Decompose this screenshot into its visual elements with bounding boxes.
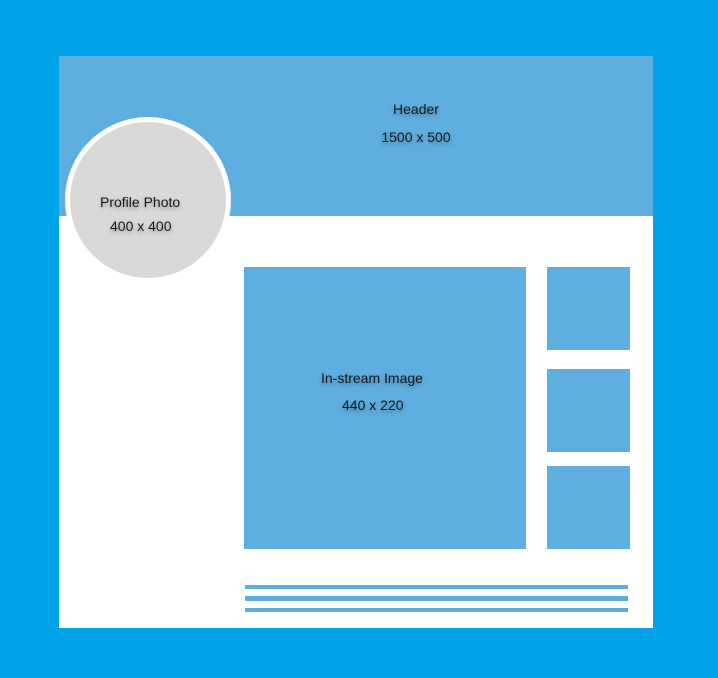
header-size: 1500 x 500 — [381, 129, 451, 145]
instream-image-title: In-stream Image — [321, 370, 423, 386]
profile-photo-title: Profile Photo — [100, 194, 181, 210]
profile-photo-circle: Profile Photo 400 x 400 — [70, 122, 226, 278]
header-title: Header — [393, 101, 439, 117]
thumbnail-placeholder-3 — [547, 466, 630, 549]
text-line-placeholder-1 — [245, 585, 628, 589]
profile-photo-placeholder: Profile Photo 400 x 400 — [65, 117, 231, 283]
thumbnail-placeholder-1 — [547, 267, 630, 350]
text-line-placeholder-3 — [245, 608, 628, 612]
thumbnail-placeholder-2 — [547, 369, 630, 452]
profile-layout-card: Header 1500 x 500 In-stream Image 440 x … — [59, 56, 653, 628]
text-line-placeholder-2 — [245, 596, 628, 601]
profile-photo-size: 400 x 400 — [110, 218, 172, 234]
instream-image-size: 440 x 220 — [342, 397, 404, 413]
